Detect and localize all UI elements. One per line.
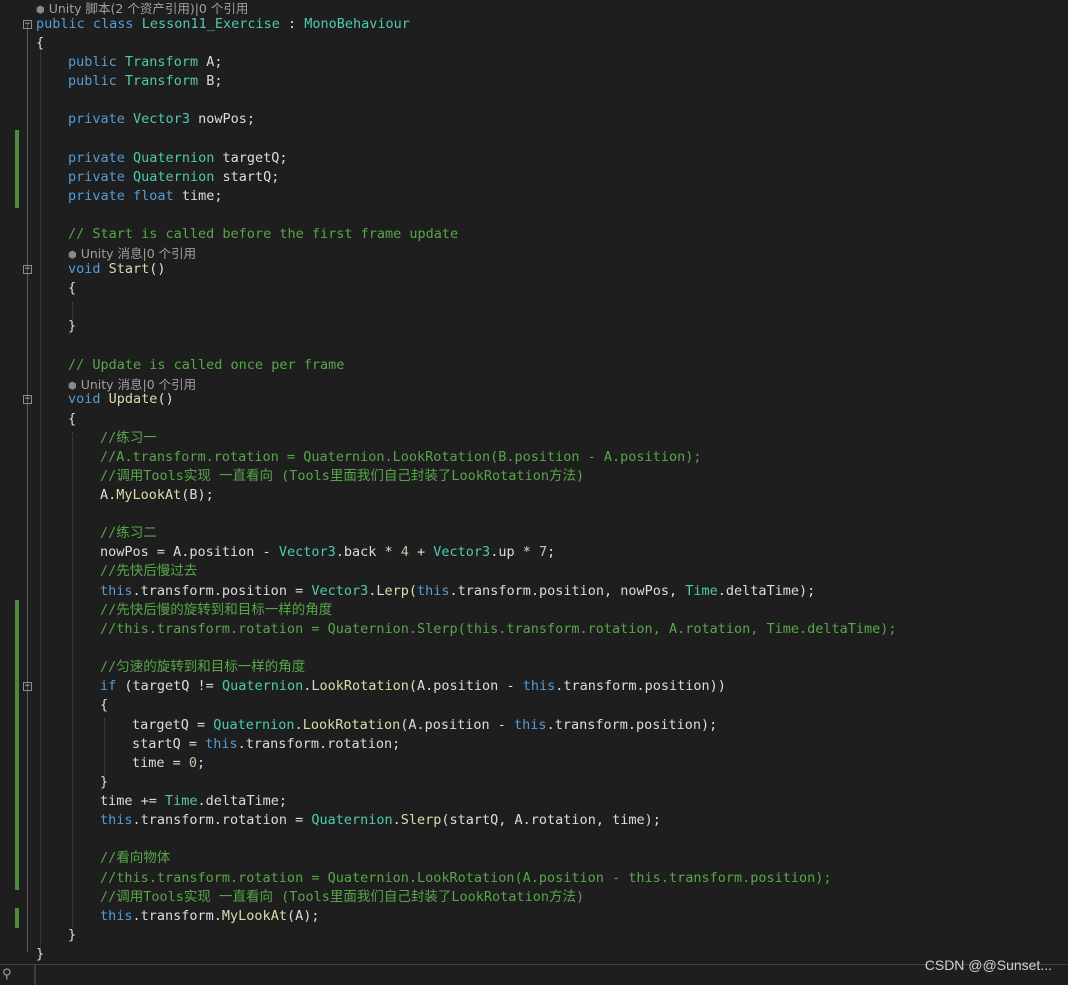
comment-fast-slow: //先快后慢过去 — [100, 563, 198, 579]
stmt-time-zero: time = 0; — [132, 755, 206, 771]
comment-exercise-1-code: //A.transform.rotation = Quaternion.Look… — [100, 449, 702, 465]
class-brace-close: } — [36, 946, 45, 962]
collapse-class-icon[interactable]: − — [23, 20, 32, 29]
watermark: CSDN @@Sunset... — [924, 957, 1052, 973]
stmt-targetq: targetQ = Quaternion.LookRotation(A.posi… — [132, 717, 718, 733]
comment-uniform-rotate: //匀速的旋转到和目标一样的角度 — [100, 659, 306, 675]
fold-guide — [27, 275, 28, 325]
comment-slerp-code: //this.transform.rotation = Quaternion.S… — [100, 621, 897, 637]
comment-start: // Start is called before the first fram… — [68, 226, 459, 242]
change-marker — [15, 130, 19, 208]
start-brace-open: { — [68, 280, 77, 296]
indent-guide — [72, 432, 73, 928]
stmt-lerp: this.transform.position = Vector3.Lerp(t… — [100, 583, 816, 599]
field-targetq: private Quaternion targetQ; — [68, 150, 288, 166]
comment-look-at-code: //this.transform.rotation = Quaternion.L… — [100, 870, 832, 886]
update-declaration: void Update() — [68, 391, 174, 407]
if-brace-open: { — [100, 697, 109, 713]
change-marker — [15, 908, 19, 928]
comment-exercise-2: //练习二 — [100, 525, 157, 541]
comment-fast-slow-rotate: //先快后慢的旋转到和目标一样的角度 — [100, 602, 333, 618]
status-bar: ⚲ CSDN @@Sunset... — [0, 957, 1068, 985]
comment-tools-2: //调用Tools实现 一直看向 (Tools里面我们自己封装了LookRota… — [100, 889, 585, 905]
class-declaration: public class Lesson11_Exercise : MonoBeh… — [36, 16, 410, 32]
class-brace-open: { — [36, 35, 45, 51]
field-a: public Transform A; — [68, 54, 223, 70]
field-nowpos: private Vector3 nowPos; — [68, 111, 255, 127]
indent-guide — [104, 718, 105, 780]
collapse-update-icon[interactable]: − — [23, 395, 32, 404]
update-brace-close: } — [68, 927, 77, 943]
stmt-mylookat-a: A.MyLookAt(B); — [100, 487, 214, 503]
field-time: private float time; — [68, 188, 223, 204]
stmt-if: if (targetQ != Quaternion.LookRotation(A… — [100, 678, 726, 694]
comment-tools-1: //调用Tools实现 一直看向 (Tools里面我们自己封装了LookRota… — [100, 468, 585, 484]
stmt-nowpos: nowPos = A.position - Vector3.back * 4 +… — [100, 544, 556, 560]
divider — [34, 965, 36, 985]
if-brace-close: } — [100, 774, 109, 790]
comment-exercise-1: //练习一 — [100, 430, 157, 446]
start-brace-close: } — [68, 318, 77, 334]
field-startq: private Quaternion startQ; — [68, 169, 280, 185]
collapse-start-icon[interactable]: − — [23, 265, 32, 274]
fold-guide — [27, 24, 28, 952]
field-b: public Transform B; — [68, 73, 223, 89]
code-editor[interactable]: − − − − ⬢ Unity 脚本(2 个资产引用)|0 个引用 public… — [0, 0, 1068, 964]
collapse-if-icon[interactable]: − — [23, 682, 32, 691]
indent-guide — [40, 48, 41, 948]
stmt-time-add: time += Time.deltaTime; — [100, 793, 287, 809]
pin-icon[interactable]: ⚲ — [2, 967, 12, 982]
stmt-slerp: this.transform.rotation = Quaternion.Sle… — [100, 812, 661, 828]
update-brace-open: { — [68, 411, 77, 427]
start-declaration: void Start() — [68, 261, 166, 277]
comment-update: // Update is called once per frame — [68, 357, 345, 373]
stmt-mylookat-this: this.transform.MyLookAt(A); — [100, 908, 320, 924]
comment-look-at: //看向物体 — [100, 850, 171, 866]
change-marker — [15, 600, 19, 890]
stmt-startq: startQ = this.transform.rotation; — [132, 736, 401, 752]
